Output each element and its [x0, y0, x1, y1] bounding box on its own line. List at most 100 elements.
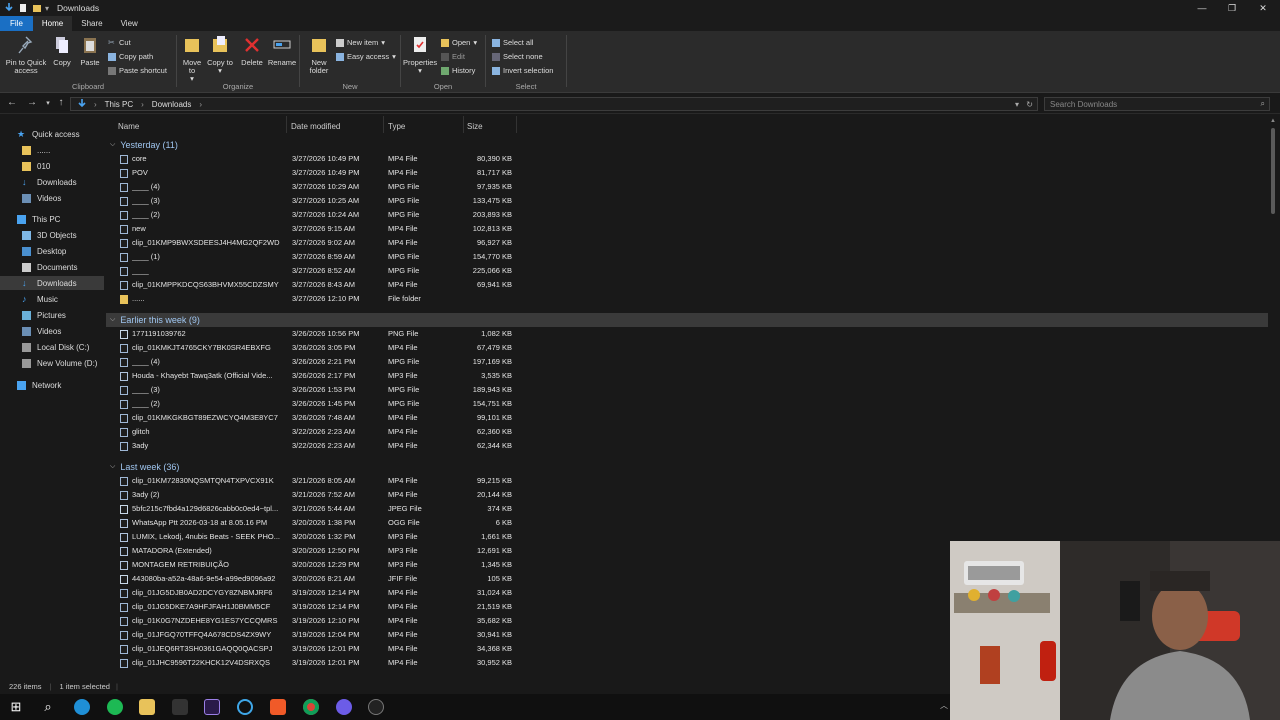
file-row[interactable]: MONTAGEM RETRIBUIÇÃO 3/20/2026 12:29 PM MP…: [118, 558, 518, 572]
column-divider[interactable]: [286, 116, 287, 133]
recent-locations-icon[interactable]: ▾: [42, 99, 54, 107]
tab-view[interactable]: View: [112, 16, 147, 31]
file-row[interactable]: ____ (1) 3/27/2026 8:59 AM MPG File 154,770…: [118, 250, 518, 264]
folder-icon[interactable]: [32, 3, 42, 13]
column-header-name[interactable]: Name: [118, 119, 139, 133]
down-arrow-icon[interactable]: [4, 3, 14, 13]
group-header[interactable]: ⌵ Last week (36): [110, 460, 179, 474]
file-row[interactable]: ____ (4) 3/26/2026 2:21 PM MPG File 197,169…: [118, 355, 518, 369]
file-row[interactable]: ____ (4) 3/27/2026 10:29 AM MPG File 97,935…: [118, 180, 518, 194]
scroll-up-icon[interactable]: ▲: [1270, 118, 1276, 124]
file-row[interactable]: glitch 3/22/2026 2:23 AM MP4 File 62,360 KB: [118, 425, 518, 439]
cut-button[interactable]: ✂ Cut: [108, 37, 131, 48]
back-arrow-icon[interactable]: ←: [6, 97, 18, 108]
chrome-icon[interactable]: [303, 699, 319, 715]
file-row[interactable]: 443080ba-a52a-48a6-9e54-a99ed9096a92 3/20…: [118, 572, 518, 586]
file-row[interactable]: clip_01KM72830NQSMTQN4TXPVCX91K 3/21/2026…: [118, 474, 518, 488]
move-to-button[interactable]: Move to ▾: [179, 35, 205, 83]
page-icon[interactable]: [18, 3, 28, 13]
paste-button[interactable]: Paste: [78, 35, 102, 67]
search-box[interactable]: Search Downloads ⌕: [1044, 97, 1270, 111]
nav-pc-item[interactable]: Local Disk (C:): [22, 340, 89, 354]
paste-shortcut-button[interactable]: Paste shortcut: [108, 65, 167, 76]
file-row[interactable]: 5bfc215c7fbd4a129d6826cabb0c0ed4~tpl... 3…: [118, 502, 518, 516]
file-row[interactable]: ____ 3/27/2026 8:52 AM MPG File 225,066 KB: [118, 264, 518, 278]
file-row[interactable]: ____ (2) 3/27/2026 10:24 AM MPG File 203,89…: [118, 208, 518, 222]
breadcrumb-this-pc[interactable]: This PC: [105, 100, 133, 109]
copy-path-button[interactable]: Copy path: [108, 51, 153, 62]
edit-button[interactable]: Edit: [441, 51, 465, 62]
file-explorer-icon[interactable]: [139, 699, 155, 715]
chevron-down-icon[interactable]: ⌵: [110, 316, 115, 324]
restore-button[interactable]: ❐: [1217, 0, 1247, 16]
spotify-icon[interactable]: [107, 699, 123, 715]
pin-quick-access-button[interactable]: Pin to Quick access: [4, 35, 48, 75]
file-row[interactable]: clip_01K0G7NZDEHE8YG1ES7YCCQMRS 3/19/2026…: [118, 614, 518, 628]
nav-pc-item[interactable]: ♪ Music: [22, 292, 58, 306]
chevron-down-icon[interactable]: ⌵: [110, 141, 115, 149]
file-row[interactable]: new 3/27/2026 9:15 AM MP4 File 102,813 KB: [118, 222, 518, 236]
group-header[interactable]: ⌵ Earlier this week (9): [106, 313, 1268, 327]
quick-access-dropdown-icon[interactable]: ▾: [45, 4, 49, 13]
nav-pc-item[interactable]: Videos: [22, 324, 61, 338]
nav-qa-item[interactable]: ↓ Downloads: [22, 175, 77, 189]
edge-browser-icon[interactable]: [74, 699, 90, 715]
copy-button[interactable]: Copy: [50, 35, 74, 67]
group-header[interactable]: ⌵ Yesterday (11): [110, 138, 178, 152]
file-row[interactable]: WhatsApp Ptt 2026-03-18 at 8.05.16 PM 3/2…: [118, 516, 518, 530]
file-row[interactable]: clip_01JHC9596T22KHCK12V4DSRXQS 3/19/2026…: [118, 656, 518, 670]
nav-pc-item[interactable]: 3D Objects: [22, 228, 77, 242]
file-row[interactable]: clip_01KMP9BWXSDEESJ4H4MG2QF2WD 3/27/2026…: [118, 236, 518, 250]
app-icon[interactable]: [172, 699, 188, 715]
new-item-button[interactable]: New item ▾: [336, 37, 385, 48]
file-row[interactable]: 3ady (2) 3/21/2026 7:52 AM MP4 File 20,144 …: [118, 488, 518, 502]
column-header-date[interactable]: Date modified: [291, 119, 340, 133]
app-icon[interactable]: [368, 699, 384, 715]
file-row[interactable]: core 3/27/2026 10:49 PM MP4 File 80,390 KB: [118, 152, 518, 166]
close-button[interactable]: ✕: [1248, 0, 1278, 16]
file-row[interactable]: clip_01KMPPKDCQS63BHVMX55CDZSMY 3/27/2026…: [118, 278, 518, 292]
file-row[interactable]: clip_01JFGQ70TFFQ4A678CDS4ZX9WY 3/19/2026…: [118, 628, 518, 642]
address-dropdown-icon[interactable]: ▾: [1015, 100, 1019, 109]
breadcrumb-downloads[interactable]: Downloads: [152, 100, 192, 109]
file-row[interactable]: clip_01JG5DJB0AD2DCYGY8ZNBMJRF6 3/19/2026…: [118, 586, 518, 600]
column-divider[interactable]: [383, 116, 384, 133]
open-button[interactable]: Open ▾: [441, 37, 477, 48]
column-header-size[interactable]: Size: [467, 119, 483, 133]
file-row[interactable]: ...... 3/27/2026 12:10 PM File folder: [118, 292, 518, 306]
brave-browser-icon[interactable]: [270, 699, 286, 715]
file-row[interactable]: 1771191039762 3/26/2026 10:56 PM PNG File 1…: [118, 327, 518, 341]
chevron-down-icon[interactable]: ⌵: [110, 463, 115, 471]
nav-pc-item[interactable]: Desktop: [22, 244, 66, 258]
premiere-pro-icon[interactable]: [204, 699, 220, 715]
file-row[interactable]: clip_01KMKJT4765CKY7BK0SR4EBXFG 3/26/2026…: [118, 341, 518, 355]
easy-access-button[interactable]: Easy access ▾: [336, 51, 396, 62]
new-folder-button[interactable]: New folder: [306, 35, 332, 75]
scrollbar-thumb[interactable]: [1271, 128, 1275, 214]
rename-button[interactable]: Rename: [267, 35, 297, 67]
refresh-icon[interactable]: ↻: [1026, 100, 1033, 109]
up-arrow-icon[interactable]: ↑: [55, 97, 67, 108]
capcut-icon[interactable]: [237, 699, 253, 715]
nav-qa-item[interactable]: ......: [22, 143, 50, 157]
discord-icon[interactable]: [336, 699, 352, 715]
select-none-button[interactable]: Select none: [492, 51, 543, 62]
invert-selection-button[interactable]: Invert selection: [492, 65, 553, 76]
history-button[interactable]: History: [441, 65, 475, 76]
minimize-button[interactable]: —: [1187, 0, 1217, 16]
column-divider[interactable]: [516, 116, 517, 133]
column-divider[interactable]: [463, 116, 464, 133]
file-row[interactable]: clip_01JEQ6RT3SH0361GAQQ0QACSPJ 3/19/2026…: [118, 642, 518, 656]
file-row[interactable]: clip_01KMKGKBGT89EZWCYQ4M3E8YC7 3/26/2026…: [118, 411, 518, 425]
nav-network[interactable]: Network: [17, 378, 61, 392]
file-row[interactable]: ____ (2) 3/26/2026 1:45 PM MPG File 154,751…: [118, 397, 518, 411]
nav-quick-access[interactable]: ★ Quick access: [17, 127, 80, 141]
nav-this-pc[interactable]: This PC: [17, 212, 60, 226]
nav-pc-item[interactable]: ↓ Downloads: [0, 276, 104, 290]
file-row[interactable]: ____ (3) 3/27/2026 10:25 AM MPG File 133,47…: [118, 194, 518, 208]
tab-share[interactable]: Share: [72, 16, 111, 31]
file-row[interactable]: MATADORA (Extended) 3/20/2026 12:50 PM MP3…: [118, 544, 518, 558]
file-row[interactable]: 3ady 3/22/2026 2:23 AM MP4 File 62,344 KB: [118, 439, 518, 453]
nav-qa-item[interactable]: Videos: [22, 191, 61, 205]
properties-button[interactable]: Properties ▾: [403, 35, 437, 75]
